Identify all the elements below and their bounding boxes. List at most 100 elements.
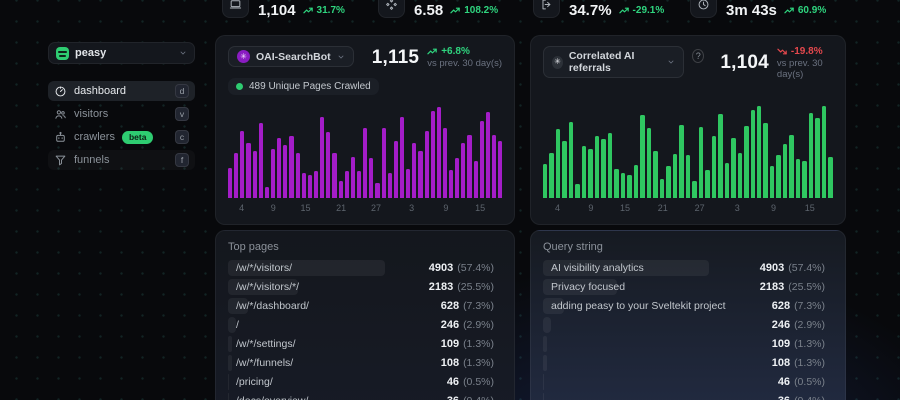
chart-bar	[679, 125, 683, 198]
chart-bar	[686, 155, 690, 198]
chart-bar	[699, 127, 703, 198]
help-icon[interactable]: ?	[692, 49, 704, 63]
openai-icon: ✳	[237, 50, 250, 63]
chart-bar	[666, 166, 670, 198]
chevron-down-icon	[667, 58, 675, 66]
workspace-switcher[interactable]: peasy	[48, 42, 195, 64]
chart-bar	[575, 184, 579, 198]
chart-bar	[437, 107, 441, 198]
row-percent: (2.9%)	[794, 319, 825, 331]
table-row[interactable]: 36 (0.4%)	[543, 393, 833, 400]
chart-bar	[375, 183, 379, 198]
crawler-chart-panel: ✳ OAI-SearchBot 1,115 +6.8% vs prev. 30 …	[215, 35, 515, 225]
chart-bar	[673, 154, 677, 198]
row-progress-bar	[228, 374, 229, 390]
row-label: /w/*/visitors/	[236, 262, 429, 274]
bounce-icon	[533, 0, 560, 18]
table-row[interactable]: /w/*/visitors/ 4903 (57.4%)	[228, 260, 502, 276]
crawler-selector[interactable]: ✳ OAI-SearchBot	[228, 46, 354, 67]
referrals-selector-label: Correlated AI referrals	[569, 50, 661, 74]
row-label: /w/*/funnels/	[236, 357, 441, 369]
table-row[interactable]: 109 (1.3%)	[543, 336, 833, 352]
table-row[interactable]: 46 (0.5%)	[543, 374, 833, 390]
views-icon	[378, 0, 405, 18]
row-value: 246	[441, 319, 459, 331]
green-dot-icon	[236, 83, 243, 90]
chart-bar	[240, 131, 244, 198]
row-value: 628	[441, 300, 459, 312]
row-percent: (2.9%)	[463, 319, 494, 331]
stat-card-views-per-visit: views per visit 6.58 108.2%	[378, 0, 498, 19]
x-tick-label: 3	[735, 203, 740, 213]
sidebar-item-label: funnels	[74, 154, 109, 166]
chart-bar	[492, 135, 496, 198]
table-row[interactable]: /docs/overview/ 36 (0.4%)	[228, 393, 502, 400]
row-label: /docs/overview/	[236, 395, 447, 400]
sidebar-item-funnels[interactable]: funnels f	[48, 150, 195, 170]
table-row[interactable]: 246 (2.9%)	[543, 317, 833, 333]
x-tick-label: 27	[371, 203, 381, 213]
row-percent: (1.3%)	[463, 338, 494, 350]
sidebar-item-dashboard[interactable]: dashboard d	[48, 81, 195, 101]
row-label: /	[236, 319, 441, 331]
table-row[interactable]: /w/*/settings/ 109 (1.3%)	[228, 336, 502, 352]
sidebar-item-visitors[interactable]: visitors v	[48, 104, 195, 124]
chart-bar	[308, 175, 312, 198]
chart-bar	[776, 155, 780, 198]
laptop-icon	[222, 0, 249, 18]
row-value: 46	[778, 376, 790, 388]
row-progress-bar	[543, 374, 544, 390]
x-tick-label: 9	[771, 203, 776, 213]
row-value: 108	[441, 357, 459, 369]
row-value: 36	[778, 395, 790, 400]
sidebar-item-crawlers[interactable]: crawlers beta c	[48, 127, 195, 147]
x-tick-label: 27	[695, 203, 705, 213]
chart-bar	[751, 110, 755, 198]
chart-bar	[757, 106, 761, 198]
table-row[interactable]: /w/*/visitors/*/ 2183 (25.5%)	[228, 279, 502, 295]
table-row[interactable]: /w/*/funnels/ 108 (1.3%)	[228, 355, 502, 371]
chart-bar	[357, 171, 361, 198]
row-percent: (1.3%)	[794, 357, 825, 369]
chart-bar	[431, 111, 435, 198]
table-row[interactable]: adding peasy to your Sveltekit project 6…	[543, 298, 833, 314]
chart-bar	[302, 173, 306, 198]
chart-bar	[640, 115, 644, 198]
referrals-bar-chart	[543, 106, 833, 198]
query-string-table: Query string AI visibility analytics 490…	[530, 230, 846, 400]
chart-bar	[480, 121, 484, 198]
chart-bar	[314, 171, 318, 198]
referrals-selector[interactable]: ✳ Correlated AI referrals	[543, 46, 684, 78]
row-value: 109	[772, 338, 790, 350]
x-tick-label: 21	[658, 203, 668, 213]
row-value: 246	[772, 319, 790, 331]
stat-value: 6.58	[414, 2, 443, 19]
row-label: adding peasy to your Sveltekit project	[551, 300, 772, 312]
x-tick-label: 15	[620, 203, 630, 213]
row-progress-bar	[543, 355, 547, 371]
chart-bar	[822, 106, 826, 198]
chart-bar	[582, 146, 586, 198]
chart-bar	[449, 170, 453, 198]
table-row[interactable]: AI visibility analytics 4903 (57.4%)	[543, 260, 833, 276]
crawler-total-value: 1,115	[372, 47, 420, 69]
chart-bar	[228, 168, 232, 198]
chart-bar	[253, 151, 257, 198]
table-row[interactable]: / 246 (2.9%)	[228, 317, 502, 333]
chart-bar	[265, 187, 269, 198]
x-tick-label: 3	[409, 203, 414, 213]
funnel-icon	[54, 154, 67, 167]
chart-bar	[809, 113, 813, 198]
table-row[interactable]: Privacy focused 2183 (25.5%)	[543, 279, 833, 295]
chart-bar	[556, 129, 560, 198]
chart-bar	[770, 166, 774, 198]
chart-bar	[647, 128, 651, 198]
sidebar-item-label: visitors	[74, 108, 108, 120]
row-value: 109	[441, 338, 459, 350]
chart-bar	[486, 112, 490, 198]
table-row[interactable]: 108 (1.3%)	[543, 355, 833, 371]
table-row[interactable]: /pricing/ 46 (0.5%)	[228, 374, 502, 390]
sidebar: peasy dashboard d visitors v crawlers be…	[48, 42, 195, 170]
shortcut-key: c	[175, 130, 189, 144]
table-row[interactable]: /w/*/dashboard/ 628 (7.3%)	[228, 298, 502, 314]
